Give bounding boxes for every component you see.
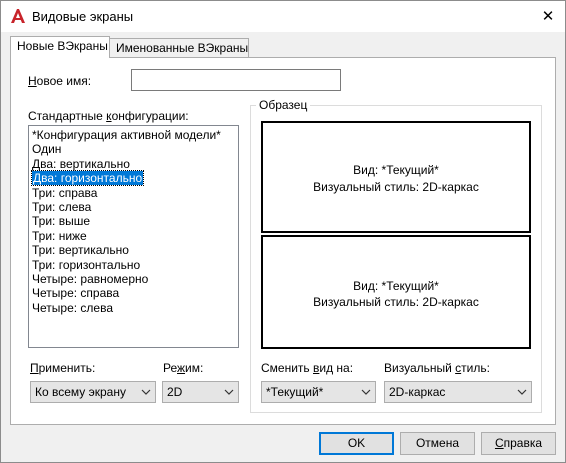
visual-style-label: Визуальный стиль: <box>384 361 490 375</box>
standard-configs-list[interactable]: *Конфигурация активной модели* Один Два:… <box>28 125 239 348</box>
list-item[interactable]: Два: вертикально <box>29 157 238 171</box>
mode-label: Режим: <box>163 361 204 375</box>
chevron-down-icon <box>517 389 527 395</box>
list-item[interactable]: Три: горизонтально <box>29 258 238 272</box>
tab-new-viewports[interactable]: Новые ВЭкраны <box>10 36 110 58</box>
list-item[interactable]: Четыре: слева <box>29 301 238 315</box>
chevron-down-icon <box>141 389 151 395</box>
list-item-selected[interactable]: Два: горизонтально <box>29 170 238 187</box>
close-icon: ✕ <box>541 8 555 25</box>
chevron-down-icon <box>361 389 371 395</box>
chevron-down-icon <box>224 389 234 395</box>
change-view-label: Сменить вид на: <box>261 361 354 375</box>
standard-configs-label: Стандартные конфигурации: <box>28 109 189 123</box>
viewport-style-label: Визуальный стиль: 2D-каркас <box>313 295 479 309</box>
tab-named-viewports[interactable]: Именованные ВЭкраны <box>109 38 249 58</box>
list-item[interactable]: Один <box>29 142 238 156</box>
apply-dropdown[interactable]: Ко всему экрану <box>30 381 156 403</box>
visual-style-dropdown[interactable]: 2D-каркас <box>384 381 532 403</box>
new-name-input[interactable] <box>131 69 341 91</box>
list-item[interactable]: *Конфигурация активной модели* <box>29 128 238 142</box>
new-name-label: Новое имя: <box>28 74 92 88</box>
dialog-window: Видовые экраны ✕ Новые ВЭкраны Именованн… <box>0 0 566 463</box>
visual-style-value: 2D-каркас <box>389 385 446 399</box>
window-title: Видовые экраны <box>32 9 134 24</box>
change-view-value: *Текущий* <box>266 385 324 399</box>
list-item[interactable]: Три: вертикально <box>29 243 238 257</box>
viewport-view-label: Вид: *Текущий* <box>353 163 439 177</box>
cancel-button[interactable]: Отмена <box>400 432 475 455</box>
viewport-style-label: Визуальный стиль: 2D-каркас <box>313 180 479 194</box>
close-button[interactable]: ✕ <box>533 3 563 30</box>
autocad-logo-icon <box>11 9 25 23</box>
apply-label: Применить: <box>30 361 96 375</box>
help-button[interactable]: Справка <box>481 432 556 455</box>
list-item[interactable]: Три: слева <box>29 200 238 214</box>
apply-value: Ко всему экрану <box>35 385 126 399</box>
preview-viewport-top[interactable]: Вид: *Текущий* Визуальный стиль: 2D-карк… <box>261 121 531 233</box>
mode-dropdown[interactable]: 2D <box>162 381 239 403</box>
ok-button[interactable]: OK <box>319 432 394 455</box>
list-item[interactable]: Три: выше <box>29 214 238 228</box>
list-item[interactable]: Четыре: справа <box>29 286 238 300</box>
preview-group-title: Образец <box>256 98 311 112</box>
tab-label: Новые ВЭкраны <box>17 39 108 53</box>
change-view-dropdown[interactable]: *Текущий* <box>261 381 376 403</box>
list-item[interactable]: Три: ниже <box>29 229 238 243</box>
title-bar: Видовые экраны ✕ <box>1 1 565 32</box>
list-item[interactable]: Три: справа <box>29 186 238 200</box>
viewport-view-label: Вид: *Текущий* <box>353 279 439 293</box>
mode-value: 2D <box>167 385 183 399</box>
list-item[interactable]: Четыре: равномерно <box>29 272 238 286</box>
preview-viewport-bottom[interactable]: Вид: *Текущий* Визуальный стиль: 2D-карк… <box>261 235 531 349</box>
tab-label: Именованные ВЭкраны <box>116 41 249 55</box>
